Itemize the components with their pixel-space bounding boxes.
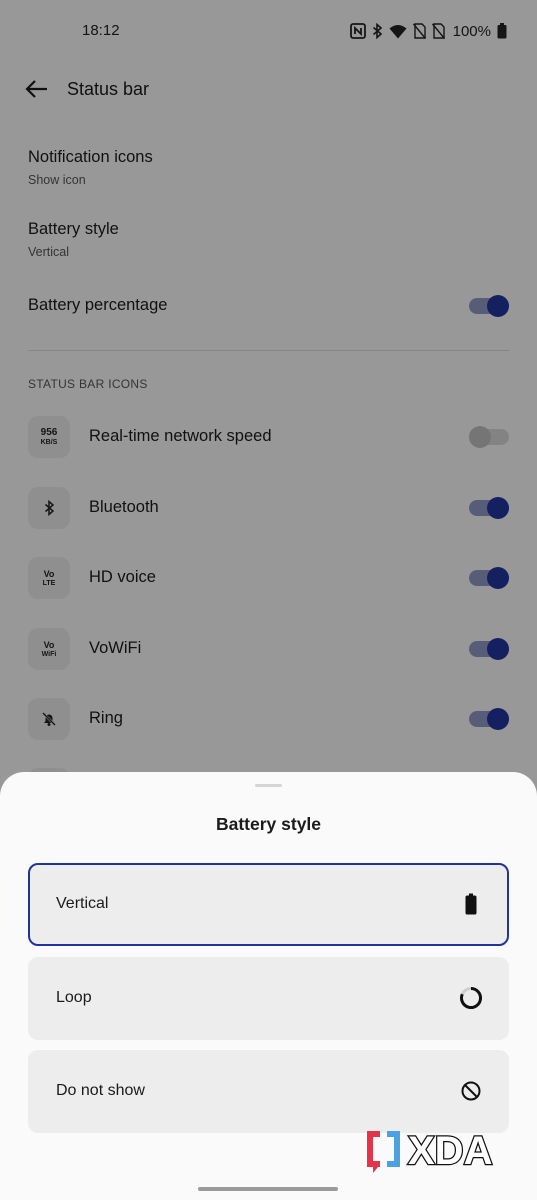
battery-vertical-icon (465, 893, 477, 915)
sheet-title: Battery style (215, 814, 322, 834)
xda-logo-icon: XDA (367, 1128, 494, 1174)
do-not-show-icon (461, 1081, 481, 1101)
option-label: Do not show (56, 1082, 145, 1099)
option-label: Loop (56, 989, 92, 1006)
svg-text:XDA: XDA (408, 1129, 492, 1173)
battery-loop-icon (460, 987, 482, 1009)
option-vertical[interactable]: Vertical (28, 863, 509, 946)
option-do-not-show[interactable]: Do not show (28, 1050, 509, 1133)
option-loop[interactable]: Loop (28, 957, 509, 1040)
drag-handle[interactable] (255, 784, 282, 787)
gesture-nav-bar[interactable] (198, 1187, 338, 1191)
option-label: Vertical (56, 895, 109, 912)
xda-watermark: XDA (364, 1126, 530, 1176)
